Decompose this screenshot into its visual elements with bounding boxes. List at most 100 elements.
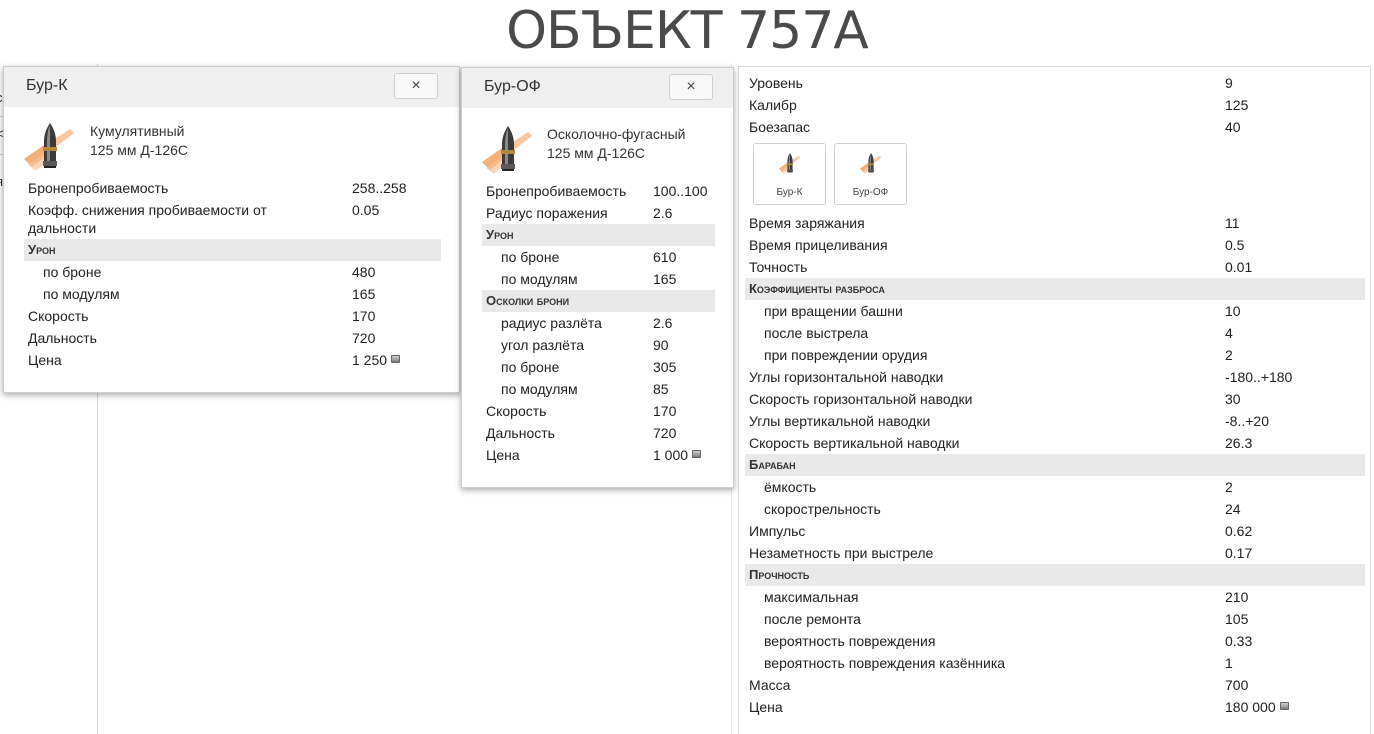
stat-value: 9 <box>1225 72 1233 94</box>
close-button[interactable]: × <box>394 73 438 99</box>
stat-label: Время заряжания <box>749 215 865 231</box>
stat-value: 100..100 <box>653 180 708 202</box>
stat-label: Масса <box>749 677 791 693</box>
section-header: Урон <box>482 224 715 246</box>
stat-label: Дальность <box>486 425 555 441</box>
stat-label: Боезапас <box>749 119 811 135</box>
stat-label: по модулям <box>43 286 120 302</box>
popup-header: Бур-ОФ × <box>462 68 733 108</box>
stat-value: 11 <box>1225 212 1240 234</box>
stat-label: Бронепробиваемость <box>486 183 627 199</box>
stat-label: Углы вертикальной наводки <box>749 413 931 429</box>
stat-row: Радиус поражения 2.6 <box>482 202 715 224</box>
shell-popup-bur-of: Бур-ОФ × Осколочно-фугасный 125 мм Д-126… <box>461 67 734 488</box>
stat-value: 2.6 <box>653 202 672 224</box>
silver-coin-icon <box>692 450 702 459</box>
shell-button-bur-of[interactable]: Бур-ОФ <box>834 143 907 205</box>
shell-button-bur-k[interactable]: Бур-К <box>753 143 826 205</box>
stat-value: -180..+180 <box>1225 366 1292 388</box>
stat-value-text: 210 <box>1225 589 1249 605</box>
stat-value: 170 <box>352 305 375 327</box>
stat-row: Коэфф. снижения пробиваемости от дальнос… <box>24 199 441 236</box>
stat-value-text: -8..+20 <box>1225 413 1269 429</box>
shell-icon <box>778 150 802 176</box>
stat-label: угол разлёта <box>501 337 585 353</box>
stat-label: Уровень <box>749 75 803 91</box>
stat-value-text: 1 <box>1225 655 1233 671</box>
stat-value-text: 125 <box>1225 97 1249 113</box>
stat-row: Масса 700 <box>745 674 1365 696</box>
stat-row: Скорость 170 <box>24 305 441 327</box>
shell-type-info: Осколочно-фугасный 125 мм Д-126С <box>547 125 686 163</box>
stat-row: Уровень 9 <box>745 72 1365 94</box>
stat-value: 2 <box>1225 476 1233 498</box>
stat-label: максимальная <box>764 589 859 605</box>
stat-label: скорострельность <box>764 501 881 517</box>
stat-value: 180 000 <box>1225 696 1289 718</box>
stat-label: Скорость вертикальной наводки <box>749 435 960 451</box>
stat-label: Цена <box>749 699 783 715</box>
stat-value-text: 165 <box>352 286 376 302</box>
shell-button-label: Бур-К <box>776 187 803 198</box>
stat-value-text: 0.01 <box>1225 259 1253 275</box>
stat-value-text: 90 <box>653 337 669 353</box>
stat-value-text: 720 <box>352 330 376 346</box>
stat-label: вероятность повреждения <box>764 633 936 649</box>
stat-row: по броне 610 <box>482 246 715 268</box>
stat-label: Дальность <box>28 330 97 346</box>
stat-row: Цена 180 000 <box>745 696 1365 718</box>
stat-row: при вращении башни 10 <box>745 300 1365 322</box>
stat-value: 210 <box>1225 586 1248 608</box>
stat-label: Скорость <box>486 403 547 419</box>
stat-value: 720 <box>352 327 375 349</box>
stat-value: 4 <box>1225 322 1233 344</box>
stat-label: Скорость горизонтальной наводки <box>749 391 973 407</box>
section-header: Барабан <box>745 454 1365 476</box>
stat-value: 165 <box>352 283 375 305</box>
stat-label: Скорость <box>28 308 89 324</box>
stat-value-text: 1 000 <box>653 447 689 463</box>
stat-row: Скорость горизонтальной наводки 30 <box>745 388 1365 410</box>
stat-value-text: 24 <box>1225 501 1241 517</box>
shell-icon <box>480 124 536 174</box>
stat-row: Бронепробиваемость 100..100 <box>482 180 715 202</box>
stat-value-text: 26.3 <box>1225 435 1253 451</box>
stat-value: 720 <box>653 422 676 444</box>
stat-row: после ремонта 105 <box>745 608 1365 630</box>
stat-value-text: 610 <box>653 249 677 265</box>
stat-value: 1 000 <box>653 444 702 466</box>
stat-value-text: 480 <box>352 264 376 280</box>
stat-label: вероятность повреждения казённика <box>764 655 1006 671</box>
stat-label: Углы горизонтальной наводки <box>749 369 944 385</box>
section-header: Урон <box>24 239 441 261</box>
close-button[interactable]: × <box>669 74 713 100</box>
section-header: Осколки брони <box>482 290 715 312</box>
stat-value: 258..258 <box>352 177 407 199</box>
section-title: Урон <box>486 227 514 242</box>
stat-label: Цена <box>28 352 62 368</box>
stat-value-text: 85 <box>653 381 669 397</box>
stat-value: 700 <box>1225 674 1248 696</box>
stat-row: Дальность 720 <box>24 327 441 349</box>
stat-label: радиус разлёта <box>501 315 602 331</box>
page-title: ОБЪЕКТ 757А <box>506 1 869 61</box>
stat-row: Калибр 125 <box>745 94 1365 116</box>
stat-value-text: -180..+180 <box>1225 369 1293 385</box>
stat-row: Цена 1 000 <box>482 444 715 466</box>
stat-value-text: 0.05 <box>352 202 380 218</box>
stat-label: Коэфф. снижения пробиваемости от дальнос… <box>28 202 267 236</box>
stat-value-text: 700 <box>1225 677 1249 693</box>
section-title: Прочность <box>749 567 810 582</box>
stat-row: Углы горизонтальной наводки -180..+180 <box>745 366 1365 388</box>
stat-value-text: 2.6 <box>653 205 673 221</box>
stat-value-text: 1 250 <box>352 352 388 368</box>
stat-row: вероятность повреждения казённика 1 <box>745 652 1365 674</box>
stat-row: Незаметность при выстреле 0.17 <box>745 542 1365 564</box>
stat-row: по модулям 165 <box>482 268 715 290</box>
stat-value: 610 <box>653 246 676 268</box>
stat-value: -8..+20 <box>1225 410 1269 432</box>
stat-label: после выстрела <box>764 325 869 341</box>
stat-value: 0.33 <box>1225 630 1252 652</box>
stat-value: 10 <box>1225 300 1241 322</box>
section-title: Урон <box>28 242 56 257</box>
